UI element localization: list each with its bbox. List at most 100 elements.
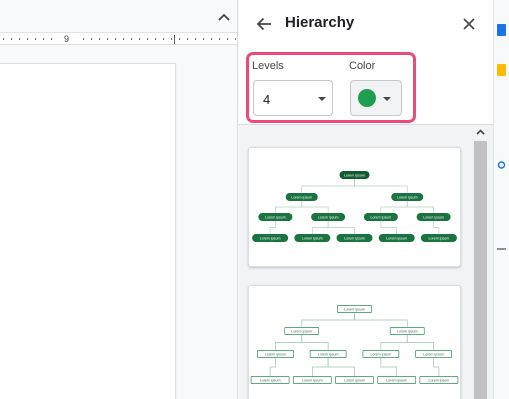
ruler-tick bbox=[179, 38, 180, 40]
ruler-tick bbox=[35, 38, 36, 40]
ruler-tick bbox=[83, 38, 84, 40]
node-label: Lorem ipsum bbox=[302, 379, 323, 383]
connector-line bbox=[406, 201, 434, 213]
panel-title: Hierarchy bbox=[285, 14, 355, 31]
tasks-icon[interactable] bbox=[497, 160, 506, 170]
ruler-tick bbox=[91, 38, 92, 40]
connector-line bbox=[311, 358, 329, 376]
app-window: 9 Hierarchy Levels 4 Color Lorem ipsum L… bbox=[0, 0, 509, 399]
hierarchy-panel: Hierarchy Levels 4 Color Lorem ipsum Lore… bbox=[239, 0, 493, 399]
connector-line bbox=[269, 221, 276, 234]
connector-line bbox=[301, 201, 329, 213]
node-label: Lorem ipsum bbox=[386, 379, 407, 383]
template-card-filled[interactable]: Lorem ipsum Lorem ipsum Lorem ipsum Lorem i… bbox=[248, 147, 461, 267]
connector-line bbox=[275, 335, 303, 350]
ruler-tick bbox=[171, 38, 172, 40]
node-label: Lorem ipsum bbox=[260, 379, 281, 383]
ruler-tick bbox=[147, 38, 148, 40]
levels-label: Levels bbox=[252, 60, 284, 72]
node-label: Lorem ipsum bbox=[423, 353, 444, 357]
node-label: Lorem ipsum bbox=[370, 353, 391, 357]
horizontal-ruler[interactable]: 9 bbox=[0, 32, 237, 45]
ruler-tick bbox=[43, 38, 44, 40]
ruler-number: 9 bbox=[64, 34, 70, 44]
node-label: Lorem ipsum bbox=[260, 237, 281, 241]
node-label: Lorem ipsum bbox=[318, 216, 339, 220]
ruler-tick bbox=[123, 38, 124, 40]
ruler-tick bbox=[163, 38, 164, 40]
back-button[interactable] bbox=[253, 13, 275, 35]
template-list[interactable]: Lorem ipsum Lorem ipsum Lorem ipsum Lorem i… bbox=[239, 125, 493, 399]
template-card-outlined[interactable]: Lorem ipsum Lorem ipsum Lorem ipsum Lorem i… bbox=[248, 285, 461, 399]
ruler-tick bbox=[99, 38, 100, 40]
ruler-tick bbox=[187, 38, 188, 40]
levels-dropdown[interactable]: 4 bbox=[253, 80, 333, 116]
ruler-tick bbox=[19, 38, 20, 40]
levels-value: 4 bbox=[263, 92, 271, 107]
connector-line bbox=[301, 335, 329, 350]
dropdown-caret-icon bbox=[383, 97, 391, 101]
close-icon bbox=[463, 18, 475, 30]
keep-icon[interactable] bbox=[497, 64, 506, 76]
node-label: Lorem ipsum bbox=[318, 353, 339, 357]
arrow-back-icon bbox=[256, 17, 271, 31]
connector-line bbox=[406, 335, 434, 350]
connector-line bbox=[433, 358, 440, 376]
node-label: Lorem ipsum bbox=[291, 330, 312, 334]
ruler-tick bbox=[203, 38, 204, 40]
ruler-tick bbox=[27, 38, 28, 40]
connector-line bbox=[269, 358, 276, 376]
node-label: Lorem ipsum bbox=[423, 216, 444, 220]
node-label: Lorem ipsum bbox=[429, 379, 450, 383]
ruler-tick bbox=[155, 38, 156, 40]
chevron-up-icon bbox=[218, 13, 230, 21]
color-dropdown[interactable] bbox=[350, 80, 402, 116]
color-label: Color bbox=[349, 60, 376, 72]
node-label: Lorem ipsum bbox=[265, 216, 286, 220]
document-area: 9 bbox=[0, 0, 238, 399]
node-label: Lorem ipsum bbox=[344, 308, 365, 312]
ruler-tick bbox=[235, 38, 236, 40]
connector-line bbox=[301, 179, 355, 193]
connector-line bbox=[380, 201, 408, 213]
close-button[interactable] bbox=[458, 13, 480, 35]
document-page[interactable] bbox=[0, 64, 175, 399]
collapse-toolbar-button[interactable] bbox=[214, 7, 234, 27]
color-swatch bbox=[358, 89, 376, 107]
ruler-tick bbox=[3, 38, 4, 40]
ruler-tick bbox=[107, 38, 108, 40]
ruler-tick bbox=[51, 38, 52, 40]
node-label: Lorem ipsum bbox=[344, 379, 365, 383]
hierarchy-template-filled: Lorem ipsum Lorem ipsum Lorem ipsum Lorem i… bbox=[252, 171, 457, 242]
node-label: Lorem ipsum bbox=[386, 237, 407, 241]
connector-line bbox=[380, 221, 398, 234]
connector-line bbox=[354, 313, 408, 327]
connector-line bbox=[380, 358, 398, 376]
ruler-margin-marker[interactable] bbox=[174, 35, 175, 44]
connector-line bbox=[433, 221, 440, 234]
connector-line bbox=[301, 313, 355, 327]
connector-line bbox=[327, 358, 355, 376]
connector-line bbox=[380, 335, 408, 350]
node-label: Lorem ipsum bbox=[370, 216, 391, 220]
panel-header: Hierarchy bbox=[239, 0, 493, 48]
side-toolbar-strip bbox=[493, 0, 509, 399]
contacts-icon[interactable] bbox=[497, 245, 506, 253]
scrollbar-thumb[interactable] bbox=[474, 141, 487, 399]
node-label: Lorem ipsum bbox=[291, 196, 312, 200]
calendar-icon[interactable] bbox=[497, 24, 506, 36]
node-label: Lorem ipsum bbox=[344, 237, 365, 241]
node-label: Lorem ipsum bbox=[302, 237, 323, 241]
ruler-tick bbox=[211, 38, 212, 40]
ruler-tick bbox=[195, 38, 196, 40]
node-label: Lorem ipsum bbox=[265, 353, 286, 357]
node-label: Lorem ipsum bbox=[397, 330, 418, 334]
scroll-up-button[interactable] bbox=[472, 125, 489, 139]
node-label: Lorem ipsum bbox=[429, 237, 450, 241]
connector-line bbox=[275, 201, 303, 213]
scrollbar[interactable] bbox=[472, 125, 489, 399]
ruler-tick bbox=[227, 38, 228, 40]
connector-line bbox=[327, 221, 355, 234]
ruler-tick bbox=[219, 38, 220, 40]
options-highlight-box: Levels 4 Color bbox=[246, 52, 416, 123]
